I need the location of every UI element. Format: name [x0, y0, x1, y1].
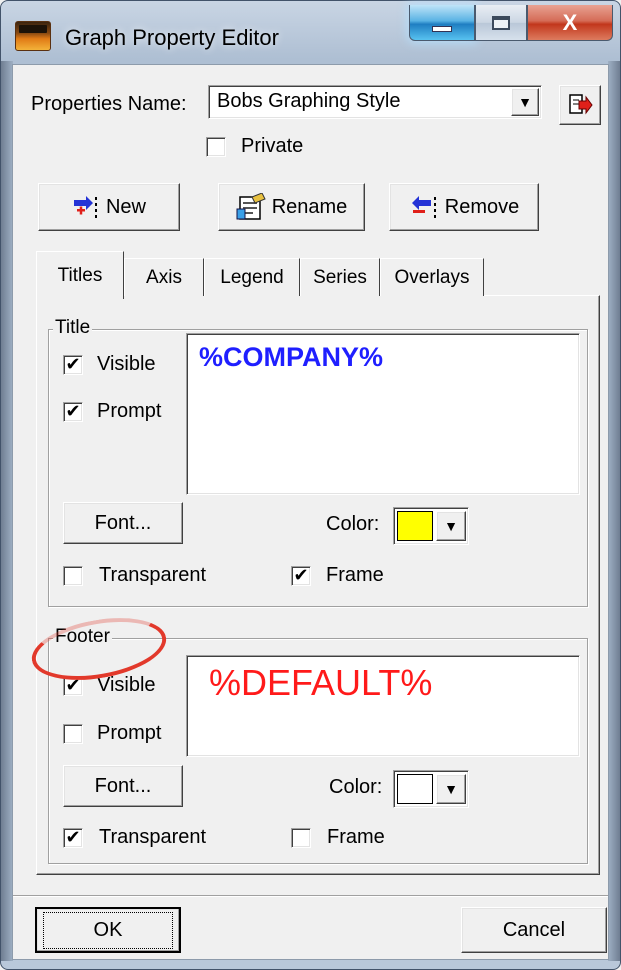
footer-font-button[interactable]: Font... — [63, 765, 183, 807]
chevron-down-icon: ▼ — [444, 518, 458, 534]
title-visible-check-mark: ✔ — [65, 354, 81, 375]
footer-frame-label: Frame — [327, 826, 385, 848]
remove-button[interactable]: Remove — [389, 183, 539, 231]
properties-name-combo[interactable]: Bobs Graphing Style ▼ — [208, 85, 542, 119]
title-visible-checkbox[interactable]: ✔ — [63, 355, 83, 375]
tab-axis[interactable]: Axis — [124, 258, 204, 296]
footer-font-button-label: Font... — [94, 774, 152, 797]
window-border-right — [608, 61, 620, 961]
footer-color-picker[interactable]: ▼ — [393, 770, 469, 808]
tab-series[interactable]: Series — [300, 258, 380, 296]
properties-name-value: Bobs Graphing Style — [217, 90, 401, 112]
footer-frame-checkbox[interactable] — [291, 828, 311, 848]
title-frame-check-mark: ✔ — [293, 565, 309, 586]
rename-icon — [236, 193, 266, 220]
footer-text-field[interactable]: %DEFAULT% — [186, 655, 580, 757]
title-color-label: Color: — [326, 513, 380, 535]
remove-icon — [411, 196, 436, 218]
title-text-value: %COMPANY% — [199, 342, 384, 372]
title-font-button-label: Font... — [94, 511, 152, 534]
footer-transparent-checkbox[interactable]: ✔ — [63, 828, 83, 848]
tab-overlays[interactable]: Overlays — [380, 258, 484, 296]
maximize-button[interactable] — [475, 5, 527, 41]
app-icon — [15, 21, 51, 51]
title-text-field[interactable]: %COMPANY% — [186, 333, 580, 495]
title-prompt-check-mark: ✔ — [65, 401, 81, 422]
bottom-divider — [13, 895, 608, 896]
footer-transparent-check-mark: ✔ — [65, 827, 81, 848]
new-button-label: New — [105, 195, 146, 218]
chevron-down-icon: ▼ — [518, 94, 532, 110]
ok-button-label: OK — [42, 911, 174, 949]
title-color-dropdown-button[interactable]: ▼ — [436, 511, 466, 541]
properties-name-label: Properties Name: — [31, 93, 187, 115]
tab-titles-label: Titles — [57, 264, 103, 286]
cancel-button-label: Cancel — [502, 918, 566, 941]
rename-button-label: Rename — [271, 195, 348, 218]
footer-color-label: Color: — [329, 776, 383, 798]
title-bar[interactable]: Graph Property Editor X — [9, 5, 613, 65]
title-color-swatch — [397, 511, 433, 541]
minimize-button[interactable] — [409, 5, 475, 41]
new-button[interactable]: New — [38, 183, 180, 231]
title-frame-checkbox[interactable]: ✔ — [291, 566, 311, 586]
properties-name-dropdown-button[interactable]: ▼ — [511, 88, 539, 116]
title-prompt-checkbox[interactable]: ✔ — [63, 402, 83, 422]
export-icon — [569, 94, 593, 115]
footer-prompt-label: Prompt — [97, 722, 162, 744]
export-button[interactable] — [559, 85, 601, 125]
title-font-button[interactable]: Font... — [63, 502, 183, 544]
footer-color-swatch — [397, 774, 433, 804]
private-label: Private — [241, 135, 304, 157]
remove-button-label: Remove — [444, 195, 520, 218]
title-visible-label: Visible — [97, 353, 156, 375]
window-title: Graph Property Editor — [65, 25, 279, 50]
private-checkbox[interactable] — [206, 137, 226, 157]
footer-transparent-label: Transparent — [99, 826, 207, 848]
maximize-icon — [492, 15, 510, 30]
new-icon — [73, 196, 97, 218]
footer-prompt-checkbox[interactable] — [63, 724, 83, 744]
title-prompt-label: Prompt — [97, 400, 162, 422]
rename-button[interactable]: Rename — [218, 183, 365, 231]
footer-color-dropdown-button[interactable]: ▼ — [436, 774, 466, 804]
close-button[interactable]: X — [527, 5, 613, 41]
dialog-client: Properties Name: Bobs Graphing Style ▼ P… — [12, 64, 609, 960]
tab-series-label: Series — [313, 266, 367, 288]
tab-legend-label: Legend — [220, 266, 284, 288]
footer-text-value: %DEFAULT% — [209, 662, 433, 703]
tab-legend[interactable]: Legend — [204, 258, 300, 296]
title-frame-label: Frame — [326, 564, 384, 586]
minimize-icon — [432, 25, 452, 32]
title-transparent-label: Transparent — [99, 564, 207, 586]
tab-titles[interactable]: Titles — [36, 251, 124, 299]
title-color-picker[interactable]: ▼ — [393, 507, 469, 545]
title-transparent-checkbox[interactable] — [63, 566, 83, 586]
footer-visible-label: Visible — [97, 674, 156, 696]
chevron-down-icon: ▼ — [444, 781, 458, 797]
close-icon: X — [562, 9, 578, 35]
ok-button[interactable]: OK — [35, 907, 181, 953]
tab-overlays-label: Overlays — [394, 266, 470, 288]
tab-axis-label: Axis — [146, 266, 182, 288]
title-group-label: Title — [53, 317, 93, 339]
cancel-button[interactable]: Cancel — [461, 907, 607, 953]
